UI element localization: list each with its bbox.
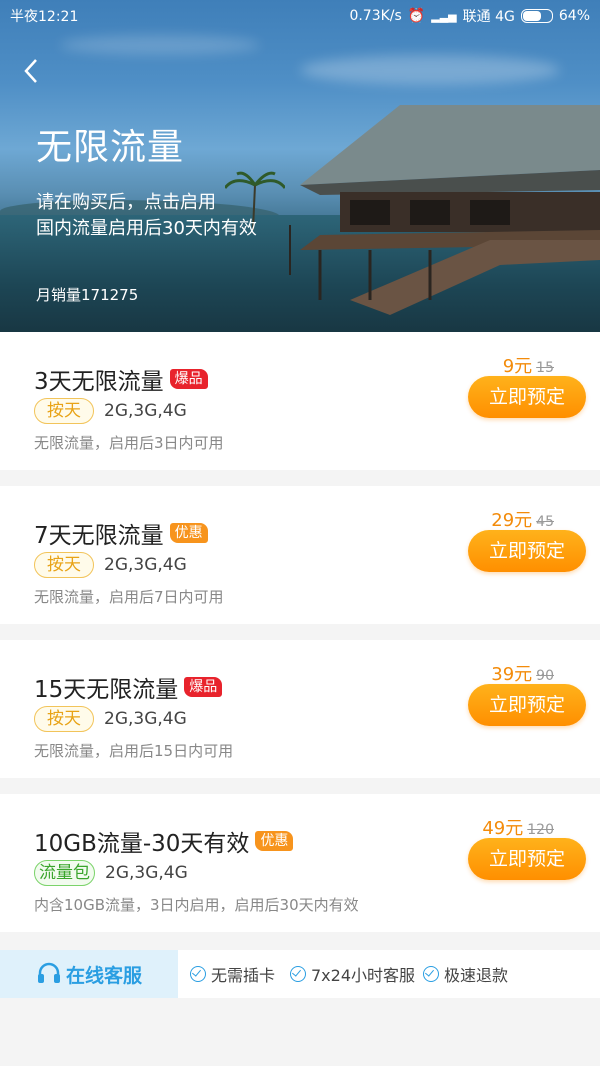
product-description: 无限流量，启用后15日内可用 — [34, 742, 234, 760]
monthly-sales: 月销量171275 — [36, 286, 139, 304]
product-name-text: 7天无限流量 — [34, 523, 164, 549]
product-name: 3天无限流量 爆品 — [34, 362, 208, 396]
page-title: 无限流量 — [36, 127, 185, 168]
product-name: 15天无限流量 爆品 — [34, 670, 223, 704]
product-tags: 流量包 2G,3G,4G — [34, 860, 188, 886]
hero-subtitle: 请在购买后，点击启用 国内流量启用后30天内有效 — [36, 190, 257, 242]
water-villa-image — [289, 105, 600, 315]
original-price: 120 — [527, 822, 554, 838]
original-price: 45 — [536, 514, 554, 530]
product-name: 7天无限流量 优惠 — [34, 516, 208, 550]
current-price: 39元 — [491, 664, 533, 685]
product-description: 无限流量，启用后7日内可用 — [34, 588, 224, 606]
cloud — [60, 35, 260, 55]
product-tags: 按天 2G,3G,4G — [34, 552, 187, 578]
network-types: 2G,3G,4G — [104, 555, 187, 575]
product-card[interactable]: 7天无限流量 优惠 按天 2G,3G,4G 无限流量，启用后7日内可用 29元 4… — [0, 486, 600, 624]
product-description: 无限流量，启用后3日内可用 — [34, 434, 224, 452]
billing-tag: 按天 — [34, 552, 94, 578]
promo-badge: 优惠 — [255, 831, 294, 851]
promo-badge: 优惠 — [169, 523, 208, 543]
feature-label: 7x24小时客服 — [311, 966, 416, 985]
product-name-text: 3天无限流量 — [34, 369, 164, 395]
signal-icon: ▂▃▅ — [431, 9, 457, 23]
feature-item: 无需插卡 — [190, 950, 275, 998]
original-price: 90 — [536, 668, 554, 684]
billing-tag: 流量包 — [34, 860, 95, 886]
product-name: 10GB流量-30天有效 优惠 — [34, 824, 294, 858]
check-circle-icon — [423, 966, 439, 982]
status-bar: 半夜12:21 0.73K/s ⏰ ▂▃▅ 联通 4G 64% — [0, 0, 600, 30]
product-name-text: 15天无限流量 — [34, 677, 179, 703]
hero-subtitle-line2: 国内流量启用后30天内有效 — [36, 218, 257, 239]
check-circle-icon — [290, 966, 306, 982]
hot-badge: 爆品 — [184, 677, 223, 697]
network-types: 2G,3G,4G — [104, 709, 187, 729]
price: 49元 120 — [482, 814, 554, 840]
feature-item: 7x24小时客服 — [290, 950, 415, 998]
billing-tag: 按天 — [34, 398, 94, 424]
price: 9元 15 — [503, 352, 554, 378]
product-description: 内含10GB流量，3日内启用，启用后30天内有效 — [34, 896, 359, 914]
hot-badge: 爆品 — [169, 369, 208, 389]
network-speed: 0.73K/s — [349, 8, 402, 24]
original-price: 15 — [536, 360, 554, 376]
hero-subtitle-line1: 请在购买后，点击启用 — [36, 192, 216, 213]
online-service-button[interactable]: 在线客服 — [0, 950, 178, 998]
book-now-button[interactable]: 立即预定 — [468, 376, 586, 418]
product-card[interactable]: 10GB流量-30天有效 优惠 流量包 2G,3G,4G 内含10GB流量，3日… — [0, 794, 600, 932]
product-tags: 按天 2G,3G,4G — [34, 706, 187, 732]
headset-icon — [38, 962, 60, 983]
carrier-label: 联通 4G — [462, 9, 515, 25]
feature-item: 极速退款 — [423, 950, 508, 998]
price: 39元 90 — [491, 660, 554, 686]
alarm-icon: ⏰ — [407, 8, 426, 24]
current-price: 29元 — [491, 510, 533, 531]
service-bar: 在线客服 无需插卡 7x24小时客服 极速退款 — [0, 950, 600, 998]
check-circle-icon — [190, 966, 206, 982]
cloud — [300, 55, 560, 85]
current-price: 9元 — [502, 356, 533, 377]
battery-icon — [520, 9, 553, 23]
battery-percent: 64% — [558, 8, 590, 24]
network-types: 2G,3G,4G — [105, 863, 188, 883]
feature-label: 极速退款 — [444, 966, 509, 985]
feature-label: 无需插卡 — [211, 966, 276, 985]
product-tags: 按天 2G,3G,4G — [34, 398, 187, 424]
product-card[interactable]: 15天无限流量 爆品 按天 2G,3G,4G 无限流量，启用后15日内可用 39… — [0, 640, 600, 778]
book-now-button[interactable]: 立即预定 — [468, 530, 586, 572]
network-types: 2G,3G,4G — [104, 401, 187, 421]
status-time: 半夜12:21 — [10, 9, 79, 25]
product-card[interactable]: 3天无限流量 爆品 按天 2G,3G,4G 无限流量，启用后3日内可用 9元 15… — [0, 332, 600, 470]
price: 29元 45 — [491, 506, 554, 532]
current-price: 49元 — [482, 818, 524, 839]
book-now-button[interactable]: 立即预定 — [468, 838, 586, 880]
billing-tag: 按天 — [34, 706, 94, 732]
product-name-text: 10GB流量-30天有效 — [34, 831, 250, 857]
back-arrow-icon[interactable] — [20, 56, 44, 86]
online-service-label: 在线客服 — [66, 964, 143, 987]
book-now-button[interactable]: 立即预定 — [468, 684, 586, 726]
